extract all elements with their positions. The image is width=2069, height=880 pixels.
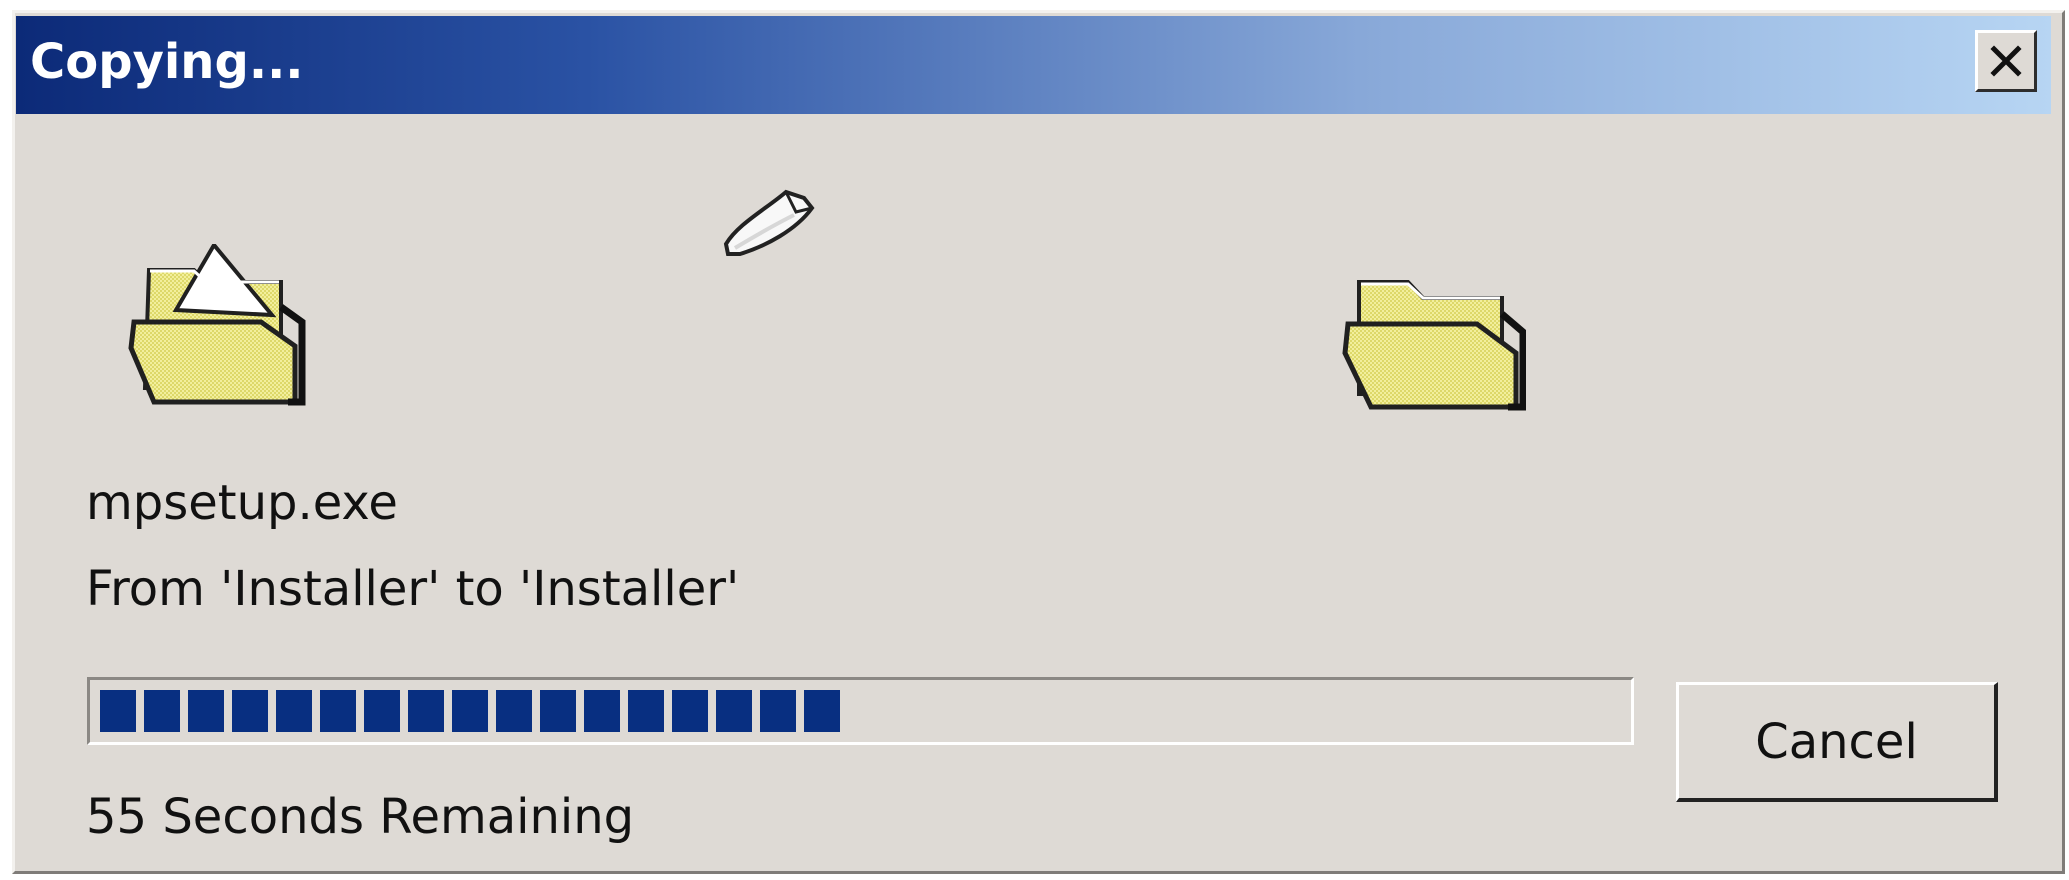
progress-block (144, 690, 180, 732)
progress-block (672, 690, 708, 732)
progress-block (276, 690, 312, 732)
progress-block (452, 690, 488, 732)
copy-progress-bar (87, 677, 1634, 745)
progress-block (584, 690, 620, 732)
progress-block (364, 690, 400, 732)
open-folder-icon (118, 241, 308, 412)
time-remaining: 55 Seconds Remaining (86, 789, 635, 845)
progress-block (188, 690, 224, 732)
progress-block (496, 690, 532, 732)
close-icon (1990, 45, 2022, 77)
progress-block (716, 690, 752, 732)
progress-block (804, 690, 840, 732)
document-icon (718, 178, 818, 268)
progress-block (232, 690, 268, 732)
title-bar[interactable]: Copying... (16, 16, 2051, 114)
progress-fill (100, 690, 840, 732)
copy-path-text: From 'Installer' to 'Installer' (86, 561, 740, 617)
window-title: Copying... (30, 34, 304, 90)
folder-icon (1336, 262, 1527, 412)
progress-block (628, 690, 664, 732)
close-button[interactable] (1975, 30, 2037, 92)
file-name: mpsetup.exe (86, 475, 398, 531)
progress-block (540, 690, 576, 732)
progress-block (100, 690, 136, 732)
progress-block (408, 690, 444, 732)
progress-block (760, 690, 796, 732)
progress-block (320, 690, 356, 732)
cancel-button[interactable]: Cancel (1676, 682, 1998, 802)
